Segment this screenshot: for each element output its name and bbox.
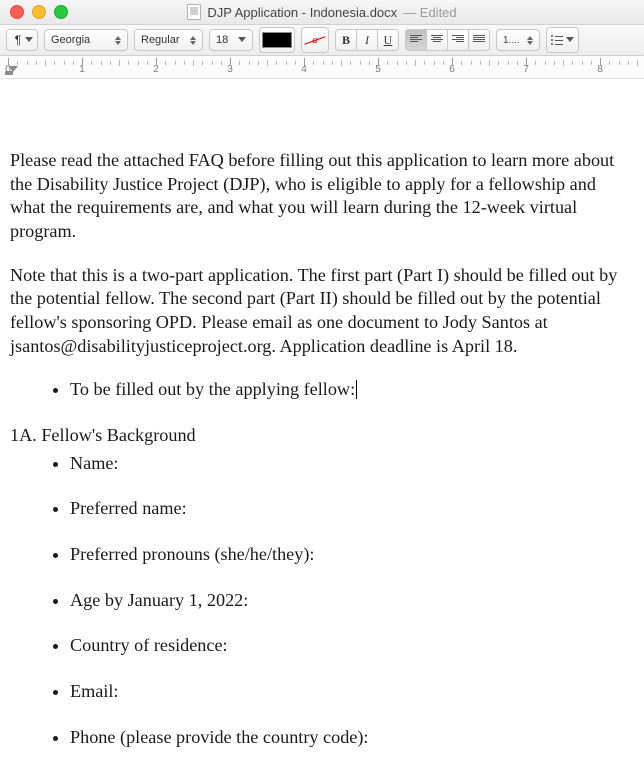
list-item: Age by January 1, 2022:: [70, 589, 634, 613]
left-indent-marker[interactable]: [5, 71, 13, 75]
bullet-list: Name: Preferred name: Preferred pronouns (…: [10, 452, 634, 750]
horizontal-ruler[interactable]: 012345678: [0, 56, 644, 79]
window-edited-label: — Edited: [403, 5, 456, 20]
stepper-arrows-icon: [190, 36, 196, 45]
bullet-list-icon: [551, 35, 563, 45]
strikethrough-color-button[interactable]: a: [301, 27, 329, 53]
font-family-dropdown[interactable]: Georgia: [44, 29, 128, 51]
font-family-value: Georgia: [51, 34, 90, 46]
align-center-icon: [431, 35, 443, 45]
red-a-icon: a: [306, 34, 324, 46]
list-style-dropdown[interactable]: [546, 27, 579, 53]
paragraph: Note that this is a two-part application…: [10, 264, 634, 359]
section-heading: 1A. Fellow's Background: [10, 424, 634, 448]
bold-button[interactable]: B: [335, 29, 357, 51]
close-window-button[interactable]: [10, 5, 24, 19]
document-page[interactable]: Please read the attached FAQ before fill…: [0, 79, 644, 781]
document-icon: [187, 4, 201, 20]
list-item-text: To be filled out by the applying fellow:: [70, 379, 355, 399]
minimize-window-button[interactable]: [32, 5, 46, 19]
font-size-stepper[interactable]: 18: [209, 29, 253, 51]
list-item: Phone (please provide the country code):: [70, 726, 634, 750]
biu-group: B I U: [335, 29, 399, 51]
text-cursor: [356, 380, 357, 399]
font-style-dropdown[interactable]: Regular: [134, 29, 203, 51]
title-bar: DJP Application - Indonesia.docx — Edite…: [0, 0, 644, 25]
chevron-down-icon: [566, 37, 574, 43]
list-item: To be filled out by the applying fellow:: [70, 378, 634, 402]
chevron-down-icon: [238, 37, 246, 43]
list-item: Name:: [70, 452, 634, 476]
list-item: Email:: [70, 680, 634, 704]
list-item: Preferred pronouns (she/he/they):: [70, 543, 634, 567]
stepper-arrows-icon: [115, 36, 121, 45]
align-right-button[interactable]: [448, 29, 469, 51]
align-justify-icon: [473, 35, 485, 45]
align-right-icon: [452, 35, 464, 45]
font-style-value: Regular: [141, 34, 180, 46]
text-color-picker[interactable]: [259, 27, 295, 53]
list-item: Country of residence:: [70, 634, 634, 658]
color-swatch-icon: [262, 32, 292, 48]
align-left-button[interactable]: [405, 29, 427, 51]
stepper-arrows-icon: [527, 36, 533, 45]
align-justify-button[interactable]: [469, 29, 490, 51]
font-size-value: 18: [216, 34, 228, 46]
align-center-button[interactable]: [427, 29, 448, 51]
italic-button[interactable]: I: [357, 29, 378, 51]
paragraph: Please read the attached FAQ before fill…: [10, 149, 634, 244]
pilcrow-icon: ¶: [11, 33, 25, 47]
format-toolbar: ¶ Georgia Regular 18 a B I U: [0, 25, 644, 56]
paragraph-style-dropdown[interactable]: ¶: [6, 29, 38, 51]
align-group: [405, 29, 490, 51]
traffic-lights: [0, 5, 68, 19]
bullet-list: To be filled out by the applying fellow:: [10, 378, 634, 402]
align-left-icon: [410, 35, 422, 45]
window-title: DJP Application - Indonesia.docx: [207, 5, 397, 20]
list-item: Preferred name:: [70, 497, 634, 521]
line-spacing-dropdown[interactable]: 1....: [496, 29, 540, 51]
underline-button[interactable]: U: [378, 29, 399, 51]
zoom-window-button[interactable]: [54, 5, 68, 19]
line-spacing-value: 1....: [503, 35, 520, 46]
